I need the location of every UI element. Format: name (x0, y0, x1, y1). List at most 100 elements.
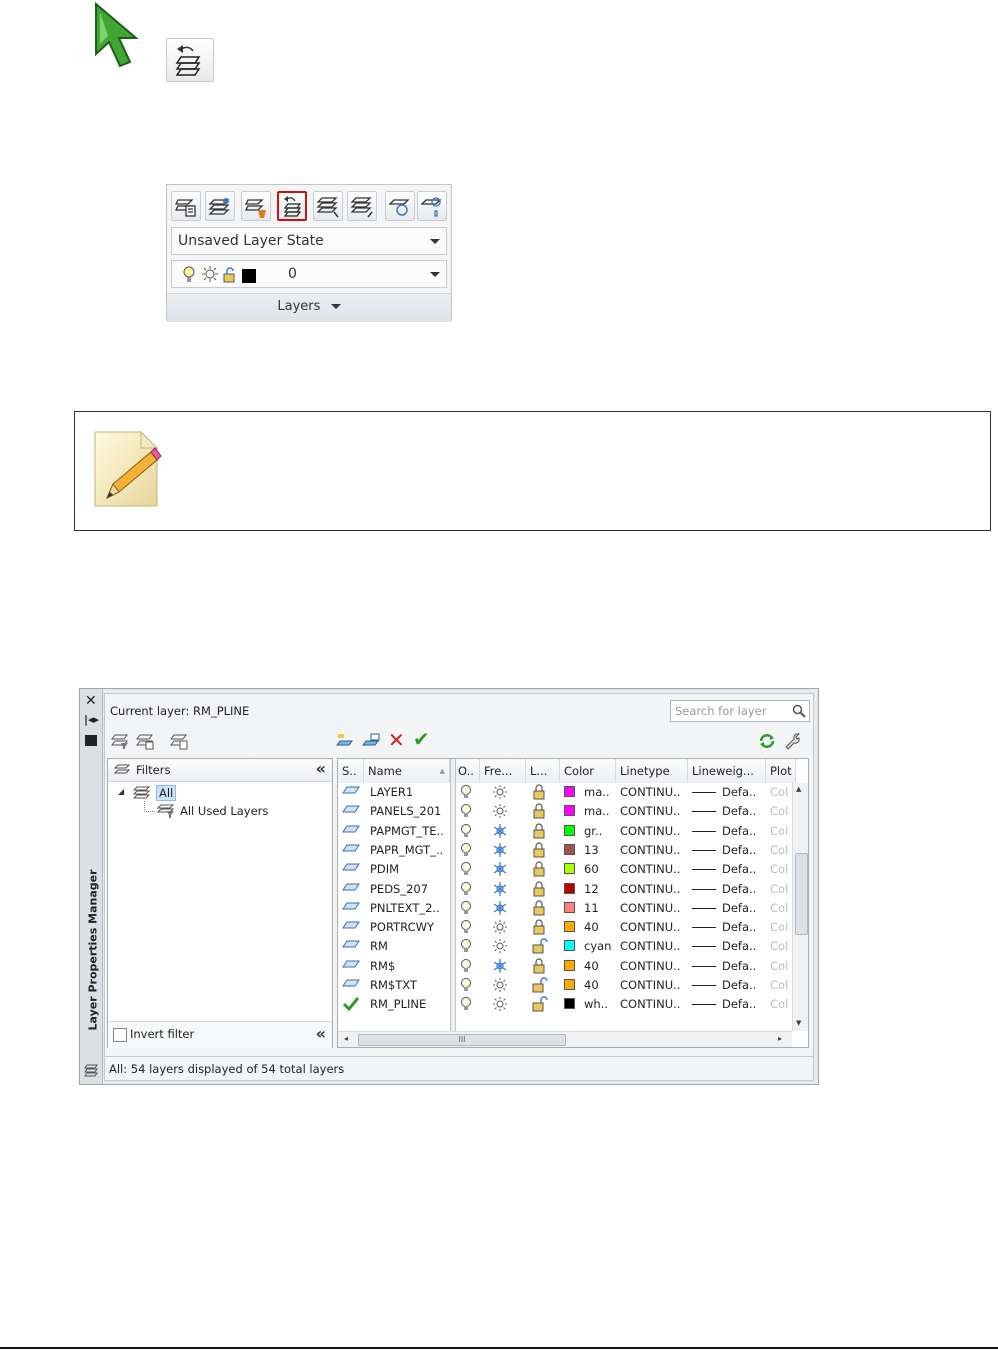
layer-isolate-button[interactable] (313, 191, 343, 221)
column-freeze[interactable]: Fre... (480, 759, 526, 783)
plot-style[interactable]: Col (770, 920, 792, 934)
linetype[interactable]: CONTINU.. (620, 785, 686, 799)
color-swatch[interactable] (564, 979, 575, 990)
column-lock[interactable]: L... (526, 759, 560, 783)
lineweight[interactable]: Defa.. (722, 882, 762, 896)
lineweight[interactable]: Defa.. (722, 843, 762, 857)
color-swatch[interactable] (564, 959, 575, 971)
plot-style[interactable]: Col (770, 997, 792, 1011)
tree-item-all-used-layers[interactable]: All Used Layers (180, 804, 268, 818)
column-linetype[interactable]: Linetype (616, 759, 688, 783)
layer-state-combo[interactable]: Unsaved Layer State (171, 227, 447, 255)
auto-hide-icon[interactable]: |◂▸ (84, 713, 99, 726)
layer-name[interactable]: LAYER1 (370, 785, 448, 799)
linetype[interactable]: CONTINU.. (620, 843, 686, 857)
table-row[interactable]: PORTRCWY 40 CONTINU.. Defa.. Col (338, 918, 808, 938)
column-color[interactable]: Color (560, 759, 616, 783)
color-swatch[interactable] (564, 863, 575, 875)
table-row[interactable]: RM_PLINE wh.. CONTINU.. Defa.. Col (338, 995, 808, 1015)
color-name[interactable]: 40 (584, 959, 614, 973)
snowflake-frozen-icon[interactable] (492, 900, 508, 919)
collapse-pane-icon[interactable]: « (316, 759, 326, 778)
new-property-filter-icon[interactable] (110, 732, 130, 750)
sun-thawed-icon[interactable] (492, 996, 508, 1015)
color-name[interactable]: 11 (584, 901, 614, 915)
lock-icon[interactable] (532, 842, 546, 861)
sun-thawed-icon[interactable] (492, 977, 508, 996)
color-swatch[interactable] (564, 786, 575, 797)
color-name[interactable]: 40 (584, 978, 614, 992)
lightbulb-on-icon[interactable] (460, 900, 472, 919)
plot-style[interactable]: Col (770, 862, 792, 876)
table-row[interactable]: LAYER1 ma.. CONTINU.. Defa.. Col (338, 783, 808, 803)
table-row[interactable]: RM cyan CONTINU.. Defa.. Col (338, 937, 808, 957)
layer-name[interactable]: RM (370, 939, 448, 953)
color-name[interactable]: ma.. (584, 804, 614, 818)
invert-filter-checkbox[interactable] (113, 1028, 127, 1042)
color-name[interactable]: 12 (584, 882, 614, 896)
lightbulb-on-icon[interactable] (460, 977, 472, 996)
vertical-scrollbar[interactable]: ▲ ▼ (792, 783, 808, 1031)
linetype[interactable]: CONTINU.. (620, 901, 686, 915)
color-swatch[interactable] (564, 824, 575, 836)
lock-icon[interactable] (532, 958, 546, 977)
layer-states-manager-icon[interactable] (169, 732, 189, 750)
scroll-left-icon[interactable]: ◂ (344, 1034, 348, 1043)
snowflake-frozen-icon[interactable] (492, 842, 508, 861)
linetype[interactable]: CONTINU.. (620, 959, 686, 973)
linetype[interactable]: CONTINU.. (620, 862, 686, 876)
table-row[interactable]: RM$ 40 CONTINU.. Defa.. Col (338, 957, 808, 977)
lock-icon[interactable] (532, 880, 546, 900)
layer-match-button[interactable] (241, 191, 271, 221)
lock-icon[interactable] (532, 784, 546, 803)
new-layer-icon[interactable] (335, 732, 355, 750)
lineweight[interactable]: Defa.. (722, 785, 762, 799)
lineweight[interactable]: Defa.. (722, 997, 762, 1011)
table-row[interactable]: PAPMGT_TE.. gr.. CONTINU.. Defa.. Col (338, 822, 808, 841)
layer-name[interactable]: PEDS_207 (370, 882, 448, 896)
layer-unisolate-button[interactable] (347, 191, 377, 221)
column-name[interactable]: Name ▲ (364, 759, 450, 783)
snowflake-frozen-icon[interactable] (492, 958, 508, 977)
linetype[interactable]: CONTINU.. (620, 804, 686, 818)
new-group-filter-icon[interactable] (135, 732, 155, 750)
lightbulb-on-icon[interactable] (460, 842, 472, 861)
layer-properties-button[interactable] (171, 191, 201, 221)
lineweight[interactable]: Defa.. (722, 804, 762, 818)
lock-icon[interactable] (532, 861, 546, 880)
unlock-icon[interactable] (532, 996, 548, 1015)
plot-style[interactable]: Col (770, 939, 792, 953)
color-name[interactable]: 13 (584, 843, 614, 857)
lineweight[interactable]: Defa.. (722, 901, 762, 915)
sun-thawed-icon[interactable] (492, 938, 508, 957)
column-on[interactable]: O.. (454, 759, 480, 783)
layer-off-button[interactable] (417, 191, 447, 221)
table-row[interactable]: PNLTEXT_2.. 11 CONTINU.. Defa.. Col (338, 899, 808, 919)
lightbulb-on-icon[interactable] (460, 958, 472, 977)
linetype[interactable]: CONTINU.. (620, 882, 686, 896)
collapse-pane-icon[interactable]: « (316, 1024, 326, 1043)
unlock-icon[interactable] (532, 977, 548, 996)
properties-menu-icon[interactable] (85, 735, 97, 746)
color-name[interactable]: cyan (584, 939, 614, 953)
plot-style[interactable]: Col (770, 843, 792, 857)
plot-style[interactable]: Col (770, 978, 792, 992)
linetype[interactable]: CONTINU.. (620, 824, 686, 838)
settings-wrench-icon[interactable] (783, 730, 803, 750)
search-icon[interactable] (792, 704, 806, 718)
table-row[interactable]: PEDS_207 12 CONTINU.. Defa.. Col (338, 880, 808, 900)
lineweight[interactable]: Defa.. (722, 959, 762, 973)
plot-style[interactable]: Col (770, 824, 792, 838)
lock-icon[interactable] (532, 919, 546, 938)
sun-thawed-icon[interactable] (492, 784, 508, 803)
linetype[interactable]: CONTINU.. (620, 997, 686, 1011)
chevron-down-icon[interactable] (430, 239, 440, 244)
scroll-up-icon[interactable]: ▲ (796, 785, 801, 793)
color-name[interactable]: gr.. (584, 824, 614, 838)
linetype[interactable]: CONTINU.. (620, 920, 686, 934)
color-name[interactable]: wh.. (584, 997, 614, 1011)
layer-previous-button[interactable] (277, 191, 307, 221)
layer-name[interactable]: RM$TXT (370, 978, 448, 992)
unlock-icon[interactable] (532, 938, 548, 957)
plot-style[interactable]: Col (770, 785, 792, 799)
